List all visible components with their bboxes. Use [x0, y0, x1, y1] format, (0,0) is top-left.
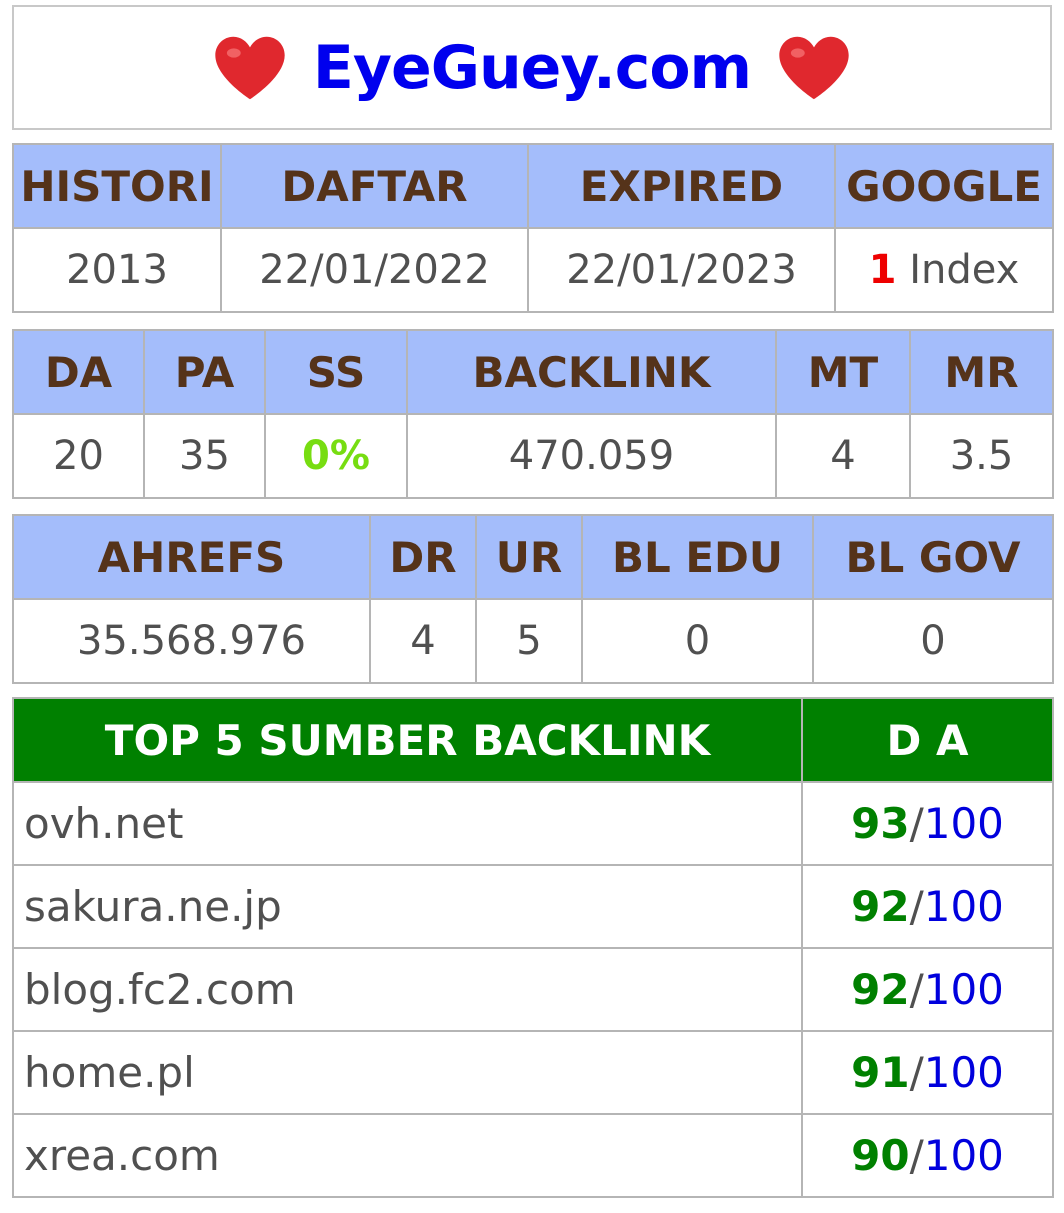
da-max: 100 [923, 882, 1004, 931]
moz-metrics-table: DA PA SS BACKLINK MT MR 20 35 0% 470.059… [12, 329, 1054, 499]
header-bl-gov: BL GOV [812, 514, 1054, 600]
header-histori: HISTORI [12, 143, 222, 229]
source-da: 90/100 [801, 1113, 1054, 1198]
header-pa: PA [143, 329, 266, 415]
daftar-value: 22/01/2022 [220, 227, 529, 313]
google-value: 1 Index [834, 227, 1054, 313]
ahrefs-metrics-table: AHREFS DR UR BL EDU BL GOV 35.568.976 4 … [12, 514, 1054, 684]
da-max: 100 [923, 1048, 1004, 1097]
table-value-row: 35.568.976 4 5 0 0 [12, 598, 1054, 684]
header-mt: MT [775, 329, 911, 415]
ur-value: 5 [475, 598, 583, 684]
site-title[interactable]: EyeGuey.com [313, 33, 752, 103]
expired-value: 22/01/2023 [527, 227, 836, 313]
table-row: xrea.com 90/100 [12, 1113, 1054, 1198]
header-bl-edu: BL EDU [581, 514, 814, 600]
table-value-row: 20 35 0% 470.059 4 3.5 [12, 413, 1054, 499]
heart-icon [779, 36, 849, 99]
source-site: ovh.net [12, 781, 803, 866]
header-daftar: DAFTAR [220, 143, 529, 229]
header-top-sources: TOP 5 SUMBER BACKLINK [12, 697, 803, 783]
ss-value: 0% [264, 413, 408, 499]
header-expired: EXPIRED [527, 143, 836, 229]
spam-score: 0% [302, 433, 370, 479]
da-max: 100 [923, 799, 1004, 848]
site-title-box: EyeGuey.com [12, 5, 1052, 130]
mr-value: 3.5 [909, 413, 1054, 499]
da-score: 93 [851, 799, 910, 848]
da-value: 20 [12, 413, 145, 499]
source-da: 92/100 [801, 864, 1054, 949]
header-dr: DR [369, 514, 477, 600]
table-row: blog.fc2.com 92/100 [12, 947, 1054, 1032]
bl-edu-value: 0 [581, 598, 814, 684]
ahrefs-value: 35.568.976 [12, 598, 371, 684]
domain-history-table: HISTORI DAFTAR EXPIRED GOOGLE 2013 22/01… [12, 143, 1054, 313]
header-google: GOOGLE [834, 143, 1054, 229]
table-header-row: TOP 5 SUMBER BACKLINK D A [12, 697, 1054, 783]
histori-value: 2013 [12, 227, 222, 313]
header-da: DA [12, 329, 145, 415]
top-backlink-sources-table: TOP 5 SUMBER BACKLINK D A ovh.net 93/100… [12, 697, 1054, 1198]
source-da: 91/100 [801, 1030, 1054, 1115]
da-max: 100 [923, 965, 1004, 1014]
source-site: xrea.com [12, 1113, 803, 1198]
da-score: 92 [851, 965, 910, 1014]
source-da: 92/100 [801, 947, 1054, 1032]
source-site: blog.fc2.com [12, 947, 803, 1032]
table-row: ovh.net 93/100 [12, 781, 1054, 866]
header-ss: SS [264, 329, 408, 415]
da-score: 90 [851, 1131, 910, 1180]
backlink-value: 470.059 [406, 413, 777, 499]
table-header-row: AHREFS DR UR BL EDU BL GOV [12, 514, 1054, 600]
google-index-label: Index [909, 247, 1020, 293]
pa-value: 35 [143, 413, 266, 499]
header-backlink: BACKLINK [406, 329, 777, 415]
da-max: 100 [923, 1131, 1004, 1180]
bl-gov-value: 0 [812, 598, 1054, 684]
da-score: 91 [851, 1048, 910, 1097]
source-site: sakura.ne.jp [12, 864, 803, 949]
table-value-row: 2013 22/01/2022 22/01/2023 1 Index [12, 227, 1054, 313]
source-site: home.pl [12, 1030, 803, 1115]
header-mr: MR [909, 329, 1054, 415]
google-index-count: 1 [868, 247, 897, 293]
heart-icon [215, 36, 285, 99]
source-da: 93/100 [801, 781, 1054, 866]
header-da: D A [801, 697, 1054, 783]
table-row: sakura.ne.jp 92/100 [12, 864, 1054, 949]
table-row: home.pl 91/100 [12, 1030, 1054, 1115]
header-ahrefs: AHREFS [12, 514, 371, 600]
dr-value: 4 [369, 598, 477, 684]
table-header-row: DA PA SS BACKLINK MT MR [12, 329, 1054, 415]
table-header-row: HISTORI DAFTAR EXPIRED GOOGLE [12, 143, 1054, 229]
da-score: 92 [851, 882, 910, 931]
header-ur: UR [475, 514, 583, 600]
mt-value: 4 [775, 413, 911, 499]
